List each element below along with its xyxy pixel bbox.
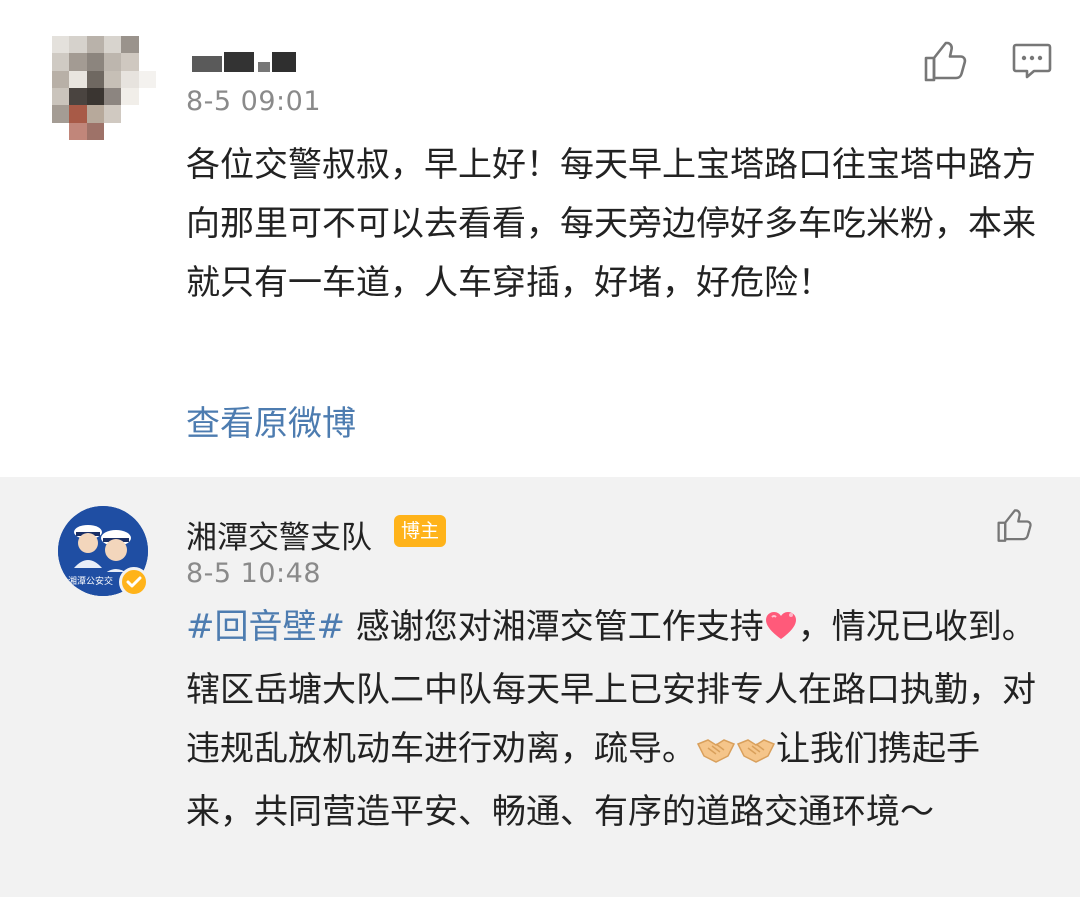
blogger-name[interactable]: 湘潭交警支队 [186,512,372,557]
blogger-badge: 博主 [394,515,447,547]
handshake-emoji-icon [696,724,736,783]
comment-time: 8-5 09:01 [186,86,321,117]
reply-text: #回音壁# 感谢您对湘潭交管工作支持 ，情况已收到。辖区岳塘大队二中队每天早上已安… [186,598,1036,842]
comment-bubble-icon [1012,43,1052,79]
thumb-up-icon [924,41,967,82]
comment-text: 各位交警叔叔，早上好！每天早上宝塔路口往宝塔中路方向那里可不可以去看看，每天旁边… [186,145,1036,303]
user-name-blurred[interactable] [186,48,298,78]
topic-hashtag[interactable]: #回音壁# [186,607,345,647]
reply-button[interactable] [1012,42,1052,80]
view-original-link[interactable]: 查看原微博 [186,396,356,445]
reply-text-part1: 感谢您对湘潭交管工作支持 [344,607,764,647]
reply-like-button[interactable] [995,508,1035,544]
handshake-emoji-icon [736,724,776,783]
user-comment: 8-5 09:01 各位交警叔叔，早上好！每天早上宝塔路口往宝塔中路方向那里可不… [0,0,1080,477]
thumb-up-icon [997,509,1032,542]
verified-icon [126,576,142,588]
heart-emoji-icon [764,602,798,661]
like-button[interactable] [922,40,970,84]
reply-time: 8-5 10:48 [186,558,321,589]
verified-badge [119,567,149,597]
user-avatar[interactable] [52,36,156,140]
avatar-caption: 湘潭公安交 [68,575,113,587]
